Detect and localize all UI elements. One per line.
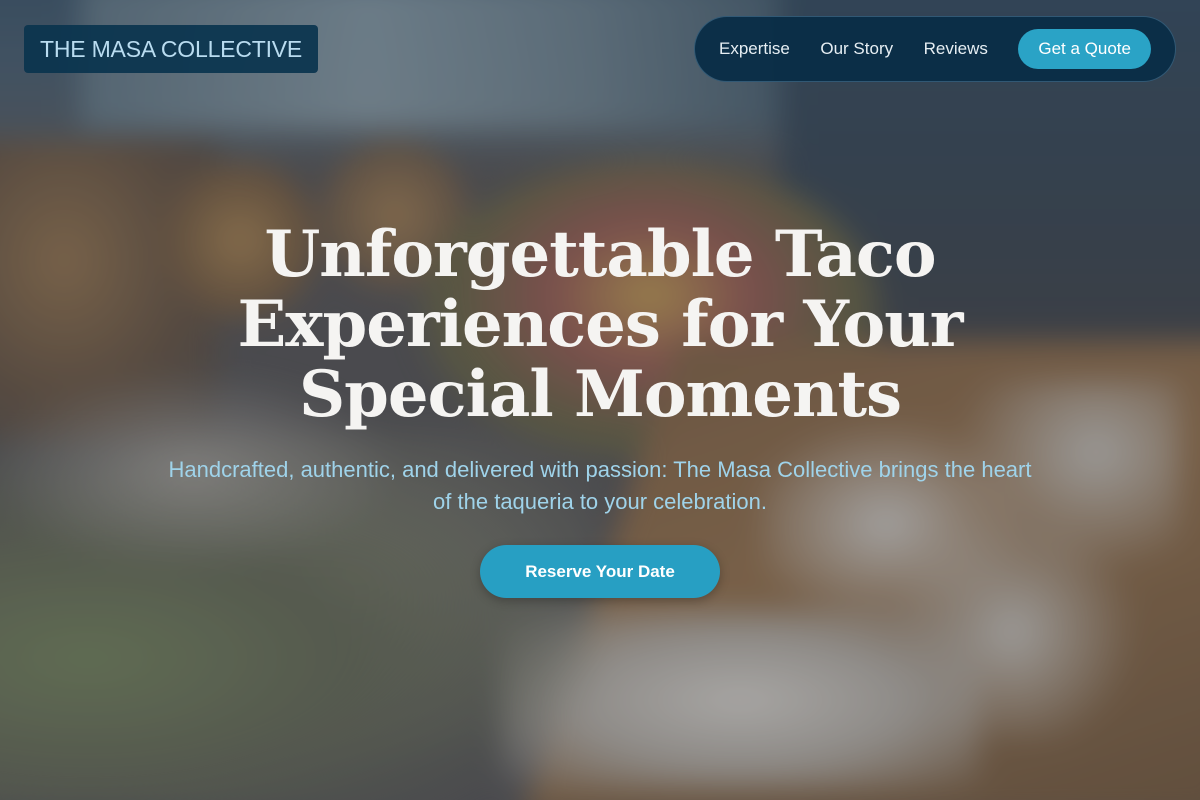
site-logo[interactable]: THE MASA COLLECTIVE	[24, 25, 319, 73]
hero-section: THE MASA COLLECTIVE Expertise Our Story …	[0, 0, 1200, 800]
hero-subheadline: Handcrafted, authentic, and delivered wi…	[168, 457, 1032, 514]
hero-headline: Unforgettable Taco Experiences for Your …	[237, 217, 964, 432]
nav-link-expertise[interactable]: Expertise	[719, 39, 790, 59]
get-quote-button[interactable]: Get a Quote	[1018, 29, 1151, 69]
main-nav: Expertise Our Story Reviews Get a Quote	[694, 16, 1176, 82]
nav-link-our-story[interactable]: Our Story	[820, 39, 893, 59]
nav-link-reviews[interactable]: Reviews	[924, 39, 988, 59]
reserve-date-button[interactable]: Reserve Your Date	[480, 545, 720, 598]
